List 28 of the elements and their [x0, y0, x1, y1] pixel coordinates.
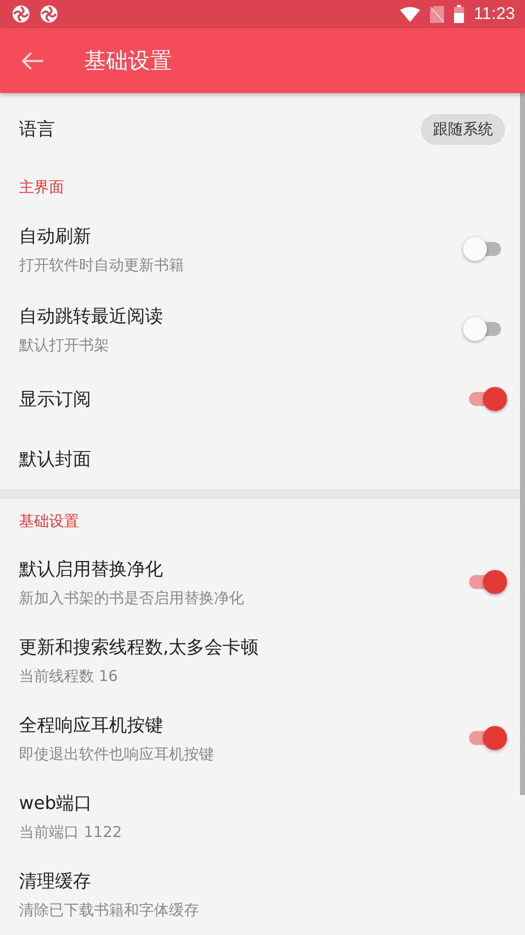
section-header: 基础设置: [18, 510, 80, 532]
section-header: 主界面: [18, 176, 65, 198]
setting-title[interactable]: 自动跳转最近阅读: [19, 304, 465, 328]
setting-summary: 即使退出软件也响应耳机按键: [19, 744, 215, 764]
setting-summary: 打开软件时自动更新书籍: [19, 256, 185, 274]
setting-summary: 默认打开书架: [19, 336, 110, 354]
setting-summary: 当前线程数 16: [19, 666, 119, 686]
battery-icon: [454, 5, 464, 23]
back-arrow-icon: [22, 52, 44, 70]
no-sim-icon: [430, 6, 444, 22]
app-icon: [12, 5, 30, 23]
wifi-icon: [400, 6, 420, 22]
setting-title[interactable]: 显示订阅: [19, 387, 465, 411]
setting-title[interactable]: 全程响应耳机按键: [19, 712, 465, 736]
setting-summary: 当前端口 1122: [19, 822, 123, 842]
setting-title[interactable]: 清理缓存: [19, 868, 505, 892]
setting-title[interactable]: 语言: [19, 117, 421, 141]
setting-summary: 清除已下载书籍和字体缓存: [19, 900, 200, 920]
status-time: 11:23: [474, 4, 515, 24]
language-chip[interactable]: 跟随系统: [421, 114, 505, 144]
setting-title[interactable]: web端口: [19, 790, 505, 814]
setting-title[interactable]: 默认启用替换净化: [19, 556, 465, 580]
app-icon: [40, 5, 58, 23]
setting-title[interactable]: 默认封面: [19, 447, 505, 471]
toolbar-title: 基础设置: [84, 48, 172, 76]
setting-title[interactable]: 更新和搜索线程数,太多会卡顿: [19, 634, 505, 658]
setting-summary: 新加入书架的书是否启用替换净化: [19, 588, 245, 608]
setting-title[interactable]: 自动刷新: [19, 224, 465, 248]
